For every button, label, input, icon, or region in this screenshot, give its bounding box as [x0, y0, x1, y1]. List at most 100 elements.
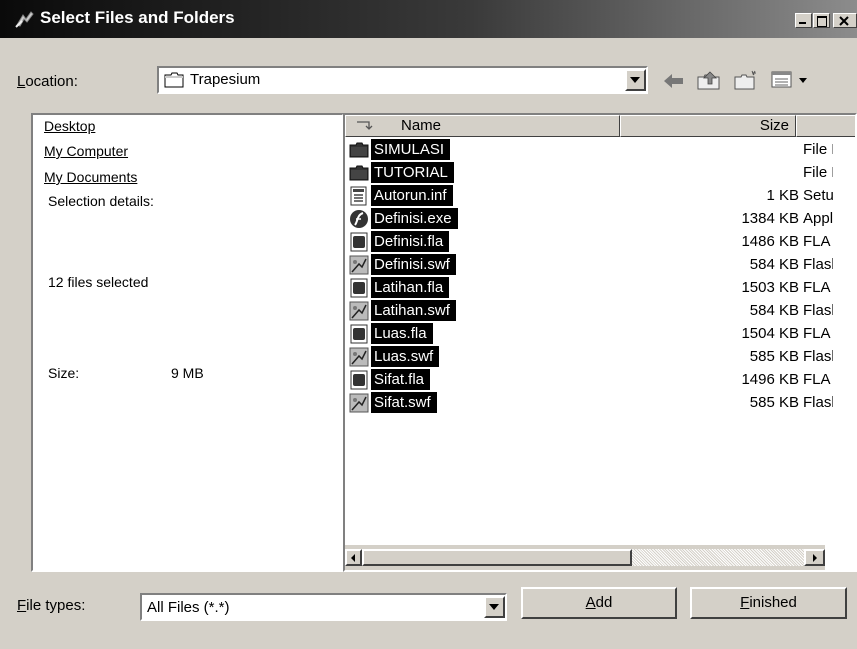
new-folder-icon[interactable]	[733, 70, 759, 92]
horizontal-scrollbar[interactable]	[345, 545, 825, 570]
file-size: 1496 KB	[741, 371, 799, 388]
file-list[interactable]: Name Size SIMULASI File Folder TUTORIAL Fil…	[343, 113, 857, 572]
setup-file-icon	[349, 186, 369, 206]
location-dropdown-button[interactable]	[625, 69, 646, 91]
file-size: 584 KB	[749, 256, 799, 273]
places-panel: Desktop My Computer My Documents Selecti…	[31, 113, 344, 572]
scroll-right-button[interactable]	[804, 549, 825, 566]
file-row[interactable]: Latihan.swf 584 KBFlash Movie	[345, 299, 833, 322]
file-name: SIMULASI	[371, 139, 451, 160]
swf-file-icon	[349, 255, 369, 275]
scroll-thumb[interactable]	[362, 549, 632, 566]
file-rows: SIMULASI File Folder TUTORIAL File Folder Au…	[345, 138, 855, 528]
view-list-icon	[771, 71, 792, 88]
chevron-down-icon	[630, 77, 640, 83]
file-row[interactable]: Luas.swf 585 KBFlash Movie	[345, 345, 833, 368]
title-bar[interactable]: Select Files and Folders	[0, 0, 857, 38]
folder-icon	[164, 72, 184, 88]
flash-exe-icon	[349, 209, 369, 229]
file-type: Flash Movie	[803, 256, 833, 273]
file-size: 1486 KB	[741, 233, 799, 250]
swf-file-icon	[349, 301, 369, 321]
file-size: 584 KB	[749, 302, 799, 319]
file-size: 1384 KB	[741, 210, 799, 227]
file-name: Sifat.fla	[371, 369, 431, 390]
close-button[interactable]	[833, 13, 857, 28]
arrow-left-icon	[351, 554, 355, 562]
file-row[interactable]: Latihan.fla 1503 KBFLA File	[345, 276, 833, 299]
scroll-left-button[interactable]	[345, 549, 362, 566]
column-header-type[interactable]	[796, 115, 855, 137]
fla-file-icon	[349, 232, 369, 252]
file-name: Latihan.swf	[371, 300, 456, 321]
file-row[interactable]: SIMULASI File Folder	[345, 138, 833, 161]
file-size: 585 KB	[749, 394, 799, 411]
place-link-desktop[interactable]: Desktop	[44, 118, 95, 134]
file-size: 1503 KB	[741, 279, 799, 296]
file-name: Sifat.swf	[371, 392, 437, 413]
files-selected-count: 12 files selected	[48, 274, 149, 290]
location-value: Trapesium	[190, 71, 261, 88]
file-size: 1504 KB	[741, 325, 799, 342]
file-type: Flash Movie	[803, 394, 833, 411]
folder-icon	[349, 140, 369, 160]
chevron-down-icon	[799, 78, 807, 83]
file-type: FLA File	[803, 279, 833, 296]
place-link-my-computer[interactable]: My Computer	[44, 143, 128, 159]
file-type: Flash Movie	[803, 302, 833, 319]
file-type: FLA File	[803, 325, 833, 342]
file-name: Autorun.inf	[371, 185, 453, 206]
arrow-right-icon	[813, 554, 817, 562]
file-name: Definisi.exe	[371, 208, 458, 229]
file-row[interactable]: Sifat.fla 1496 KBFLA File	[345, 368, 833, 391]
file-row[interactable]: Luas.fla 1504 KBFLA File	[345, 322, 833, 345]
file-row[interactable]: Sifat.swf 585 KBFlash Movie	[345, 391, 833, 414]
swf-file-icon	[349, 347, 369, 367]
file-type: FLA File	[803, 233, 833, 250]
fla-file-icon	[349, 370, 369, 390]
minimize-button[interactable]	[795, 13, 812, 28]
file-row[interactable]: TUTORIAL File Folder	[345, 161, 833, 184]
selection-details-label: Selection details:	[48, 193, 154, 209]
file-row[interactable]: Autorun.inf 1 KBSetup Information	[345, 184, 833, 207]
up-folder-icon[interactable]	[696, 68, 722, 92]
file-type: File Folder	[803, 164, 833, 181]
file-types-combobox[interactable]: All Files (*.*)	[140, 593, 507, 621]
file-name: Luas.fla	[371, 323, 433, 344]
view-menu-button[interactable]	[771, 69, 811, 91]
swf-file-icon	[349, 393, 369, 413]
file-size: 585 KB	[749, 348, 799, 365]
file-type: FLA File	[803, 371, 833, 388]
scroll-track[interactable]	[632, 549, 804, 566]
finished-button[interactable]: Finished	[690, 587, 847, 619]
file-name: Definisi.fla	[371, 231, 450, 252]
file-types-value: All Files (*.*)	[147, 599, 230, 616]
maximize-icon	[817, 16, 827, 27]
file-type: File Folder	[803, 141, 833, 158]
file-name: Latihan.fla	[371, 277, 450, 298]
file-type: Flash Movie	[803, 348, 833, 365]
file-name: Luas.swf	[371, 346, 440, 367]
back-icon[interactable]	[662, 71, 686, 91]
column-header-name[interactable]: Name	[345, 115, 620, 137]
location-label: Location:	[17, 73, 78, 90]
maximize-button[interactable]	[813, 13, 830, 28]
file-row[interactable]: Definisi.exe 1384 KBApplication	[345, 207, 833, 230]
file-row[interactable]: Definisi.swf 584 KBFlash Movie	[345, 253, 833, 276]
add-button[interactable]: Add	[521, 587, 677, 619]
fla-file-icon	[349, 278, 369, 298]
file-types-dropdown-button[interactable]	[484, 596, 505, 618]
close-icon	[839, 16, 849, 26]
file-name: Definisi.swf	[371, 254, 456, 275]
place-link-my-documents[interactable]: My Documents	[44, 169, 137, 185]
file-type: Application	[803, 210, 833, 227]
size-label: Size:	[48, 365, 80, 381]
fla-file-icon	[349, 324, 369, 344]
location-combobox[interactable]: Trapesium	[157, 66, 648, 94]
file-name: TUTORIAL	[371, 162, 454, 183]
column-header-size[interactable]: Size	[620, 115, 796, 137]
minimize-icon	[799, 22, 806, 24]
file-type: Setup Information	[803, 187, 833, 204]
size-value: 9 MB	[171, 365, 204, 381]
file-row[interactable]: Definisi.fla 1486 KBFLA File	[345, 230, 833, 253]
